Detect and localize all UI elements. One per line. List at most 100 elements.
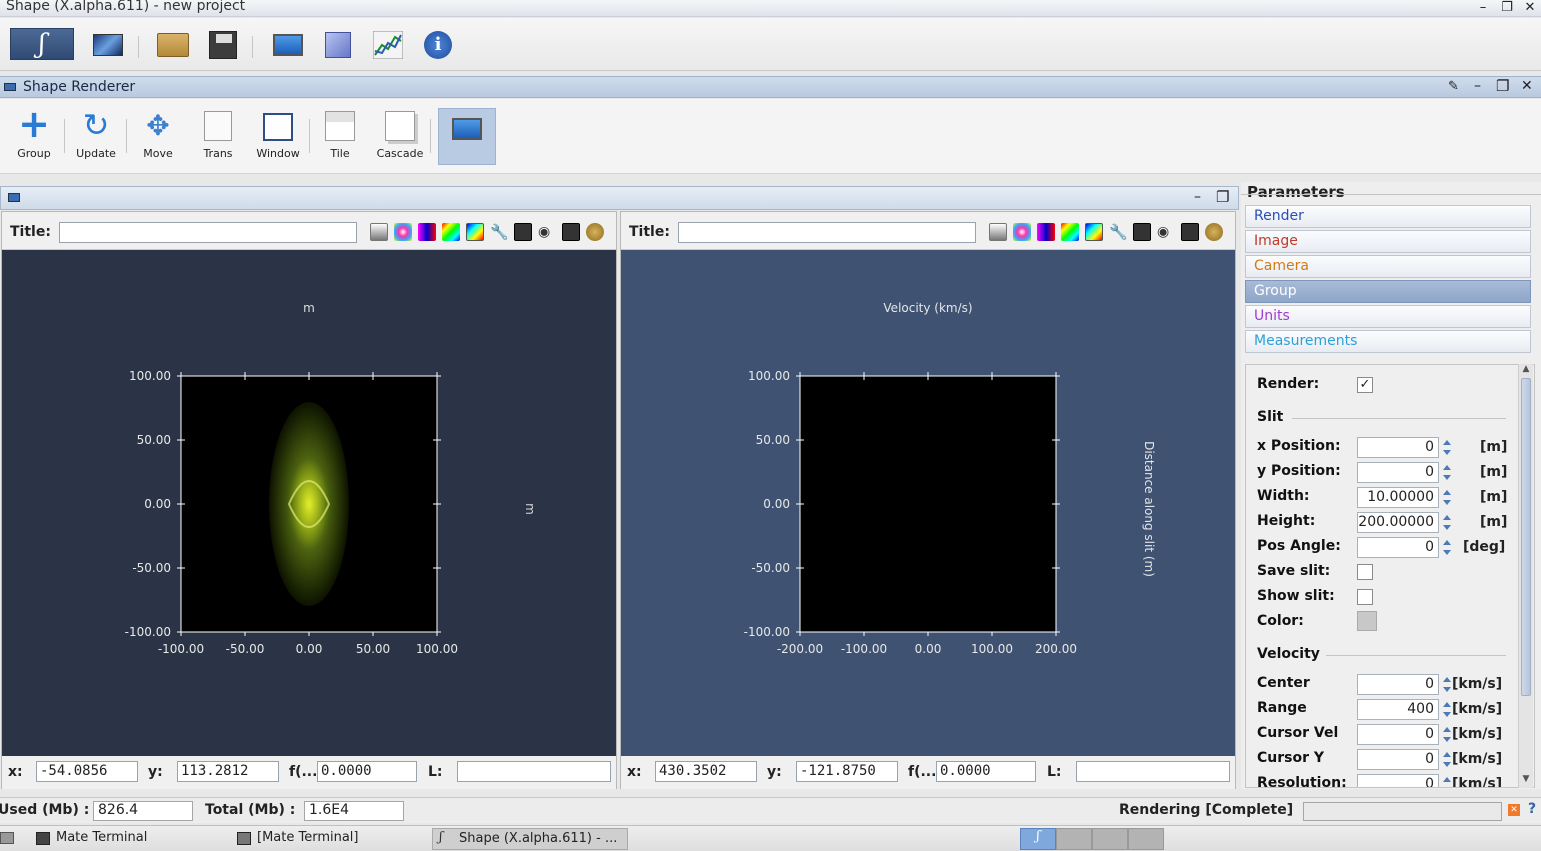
save-slit-checkbox[interactable] — [1357, 564, 1373, 580]
move-button[interactable]: ✥ Move — [128, 105, 188, 167]
magenta-palette-icon[interactable] — [1037, 223, 1055, 241]
save-icon[interactable] — [562, 223, 580, 241]
info-icon[interactable]: i — [421, 28, 455, 62]
slit-width-field[interactable]: 10.00000 — [1357, 487, 1439, 508]
render-view-icon[interactable] — [91, 28, 125, 62]
slit-pos-angle-field[interactable]: 0 — [1357, 537, 1439, 558]
spectrum-palette-icon[interactable] — [1061, 223, 1079, 241]
slit-x-position-field[interactable]: 0 — [1357, 437, 1439, 458]
slit-height-spinner[interactable] — [1442, 513, 1451, 532]
scroll-up-icon[interactable]: ▲ — [1519, 364, 1533, 378]
param-tab-render[interactable]: Render — [1245, 205, 1531, 228]
param-tab-camera[interactable]: Camera — [1245, 255, 1531, 278]
param-tab-group[interactable]: Group — [1245, 280, 1531, 303]
show-slit-checkbox[interactable] — [1357, 589, 1373, 605]
open-folder-icon[interactable] — [156, 28, 190, 62]
f-value-field[interactable]: 0.0000 — [936, 761, 1036, 782]
left-plot-area[interactable]: -100.00 -50.00 0.00 50.00 100.00 100.00 50.00 0… — [2, 250, 616, 756]
resolution-spinner[interactable] — [1442, 775, 1451, 787]
trans-button[interactable]: Trans — [188, 105, 248, 167]
y-coord-field[interactable]: 113.2812 — [177, 761, 279, 782]
velocity-range-spinner[interactable] — [1442, 700, 1451, 719]
help-icon[interactable]: ? — [1528, 801, 1536, 817]
image-icon[interactable] — [514, 223, 532, 241]
spectrum-palette-icon[interactable] — [442, 223, 460, 241]
param-tab-units[interactable]: Units — [1245, 305, 1531, 328]
heat-palette-icon[interactable] — [1085, 223, 1103, 241]
slit-width-spinner[interactable] — [1442, 488, 1451, 507]
resolution-field[interactable]: 0 — [1357, 774, 1439, 787]
color-palette-icon[interactable] — [1205, 223, 1223, 241]
velocity-range-field[interactable]: 400 — [1357, 699, 1439, 720]
cursor-y-spinner[interactable] — [1442, 750, 1451, 769]
slit-pos-angle-spinner[interactable] — [1442, 538, 1451, 557]
y-coord-field[interactable]: -121.8750 — [796, 761, 898, 782]
workspace-2[interactable] — [1056, 828, 1092, 850]
title-input[interactable] — [678, 222, 976, 243]
velocity-center-field[interactable]: 0 — [1357, 674, 1439, 695]
cursor-y-field[interactable]: 0 — [1357, 749, 1439, 770]
eye-icon[interactable]: ◉ — [538, 223, 556, 241]
l-value-field[interactable] — [1076, 761, 1230, 782]
update-button[interactable]: ↻ Update — [66, 105, 126, 167]
graph-icon[interactable] — [371, 28, 405, 62]
panel-close-icon[interactable]: ✕ — [1521, 78, 1533, 94]
cursor-vel-field[interactable]: 0 — [1357, 724, 1439, 745]
cascade-button[interactable]: Cascade — [370, 105, 430, 167]
scroll-down-icon[interactable]: ▼ — [1519, 774, 1533, 788]
cancel-render-icon[interactable]: ✕ — [1508, 804, 1520, 816]
task-shape-app[interactable]: ʃ Shape (X.alpha.611) - ... — [432, 828, 628, 850]
window-button[interactable]: Window — [248, 105, 308, 167]
slit-x-position-spinner[interactable] — [1442, 438, 1451, 457]
panel-restore-icon[interactable]: ❐ — [1496, 77, 1509, 95]
frame-restore-icon[interactable]: ❐ — [1216, 188, 1229, 206]
param-tab-measurements[interactable]: Measurements — [1245, 330, 1531, 353]
grayscale-icon[interactable] — [989, 223, 1007, 241]
slit-height-field[interactable]: 200.00000 — [1357, 512, 1439, 533]
image-icon[interactable] — [1133, 223, 1151, 241]
x-coord-field[interactable]: -54.0856 — [36, 761, 138, 782]
group-button[interactable]: + Group — [4, 105, 64, 167]
workspace-1[interactable]: ʃ — [1020, 828, 1056, 850]
frame-minimize-icon[interactable]: – — [1194, 189, 1201, 205]
maximize-icon[interactable]: ❐ — [1497, 0, 1517, 16]
param-tab-image[interactable]: Image — [1245, 230, 1531, 253]
workspace-4[interactable] — [1128, 828, 1164, 850]
monitor-icon[interactable] — [271, 28, 305, 62]
left-plot-svg[interactable]: -100.00 -50.00 0.00 50.00 100.00 100.00 50.00 0… — [2, 250, 616, 756]
color-palette-icon[interactable] — [586, 223, 604, 241]
cursor-vel-spinner[interactable] — [1442, 725, 1451, 744]
heat-palette-icon[interactable] — [466, 223, 484, 241]
minimize-icon[interactable]: – — [1473, 0, 1493, 16]
rainbow-palette-icon[interactable] — [394, 223, 412, 241]
scroll-thumb[interactable] — [1521, 378, 1531, 696]
l-value-field[interactable] — [457, 761, 611, 782]
grayscale-icon[interactable] — [370, 223, 388, 241]
f-value-field[interactable]: 0.0000 — [317, 761, 417, 782]
title-input[interactable] — [59, 222, 357, 243]
task-mate-terminal-2[interactable]: [Mate Terminal] — [231, 828, 426, 850]
right-plot-area[interactable]: -200.00 -100.00 0.00 100.00 200.00 100.00 50.0… — [621, 250, 1235, 756]
close-icon[interactable]: ✕ — [1520, 0, 1540, 16]
magenta-palette-icon[interactable] — [418, 223, 436, 241]
cube-icon[interactable] — [321, 28, 355, 62]
pin-icon[interactable]: ✎ — [1448, 79, 1459, 94]
wrench-icon[interactable]: 🔧 — [1109, 223, 1128, 241]
params-scrollbar[interactable]: ▲ ▼ — [1518, 364, 1533, 788]
save-icon[interactable] — [1181, 223, 1199, 241]
velocity-center-spinner[interactable] — [1442, 675, 1451, 694]
slit-color-swatch[interactable] — [1357, 611, 1377, 631]
slit-y-position-field[interactable]: 0 — [1357, 462, 1439, 483]
render-checkbox[interactable]: ✓ — [1357, 377, 1373, 393]
wrench-icon[interactable]: 🔧 — [490, 223, 509, 241]
slit-y-position-spinner[interactable] — [1442, 463, 1451, 482]
task-mate-terminal-1[interactable]: Mate Terminal — [30, 828, 225, 850]
display-button[interactable] — [438, 108, 496, 165]
workspace-switcher[interactable]: ʃ — [1020, 828, 1164, 850]
save-disk-icon[interactable] — [206, 28, 240, 62]
show-desktop-icon[interactable] — [0, 832, 14, 844]
right-plot-svg[interactable]: -200.00 -100.00 0.00 100.00 200.00 100.00 50.0… — [621, 250, 1235, 756]
shape-logo-icon[interactable]: ʃ — [10, 28, 74, 60]
rainbow-palette-icon[interactable] — [1013, 223, 1031, 241]
panel-minimize-icon[interactable]: – — [1474, 78, 1481, 94]
